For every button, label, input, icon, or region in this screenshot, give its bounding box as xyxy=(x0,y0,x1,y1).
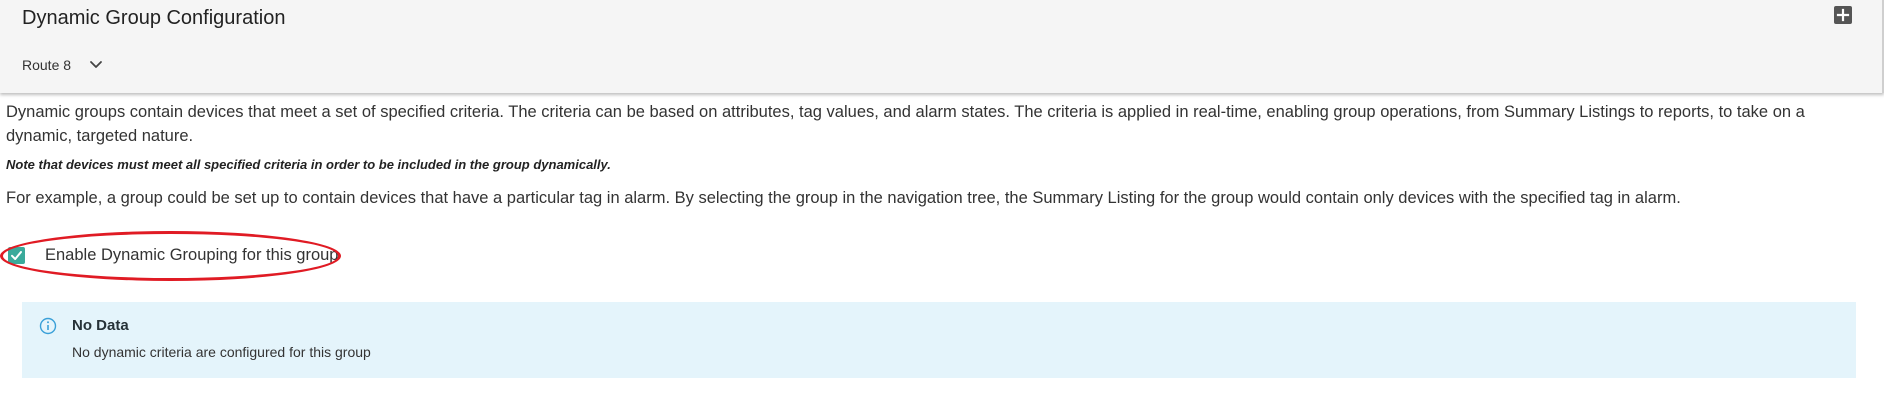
description-text: Dynamic groups contain devices that meet… xyxy=(6,103,1805,145)
route-select-value: Route 8 xyxy=(22,57,72,73)
no-data-notice: No Data No dynamic criteria are configur… xyxy=(22,302,1856,378)
page-title: Dynamic Group Configuration xyxy=(22,7,286,29)
example-text: For example, a group could be set up to … xyxy=(6,189,1681,207)
plus-square-icon xyxy=(1836,8,1850,22)
chevron-down-icon xyxy=(90,61,102,68)
notice-text: No dynamic criteria are configured for t… xyxy=(72,344,371,360)
checkmark-icon xyxy=(11,251,22,260)
checkbox-label: Enable Dynamic Grouping for this group xyxy=(45,246,339,264)
info-circle-icon xyxy=(39,317,57,335)
note-text: Note that devices must meet all specifie… xyxy=(6,157,611,172)
config-header: Dynamic Group Configuration Route 8 xyxy=(0,0,1884,93)
notice-title: No Data xyxy=(72,317,129,334)
enable-dynamic-grouping-checkbox[interactable]: Enable Dynamic Grouping for this group xyxy=(8,246,339,265)
route-select[interactable]: Route 8 xyxy=(22,54,103,76)
add-button[interactable] xyxy=(1834,6,1852,24)
checkbox-box[interactable] xyxy=(8,247,25,264)
description-section: Dynamic groups contain devices that meet… xyxy=(6,100,1868,210)
